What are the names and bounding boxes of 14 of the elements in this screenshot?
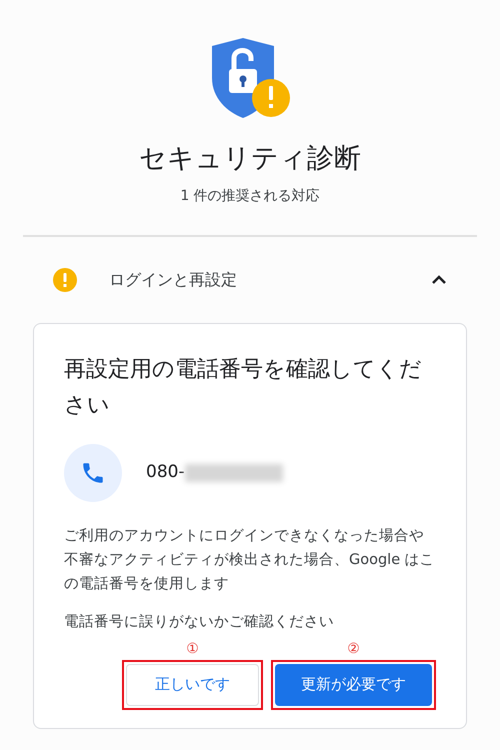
confirm-button[interactable]: 正しいです xyxy=(126,664,259,706)
chevron-up-icon xyxy=(431,274,447,285)
page-subtitle: 1 件の推奨される対応 xyxy=(180,186,320,206)
description-text: ご利用のアカウントにログインできなくなった場合や不審なアクティビティが検出された場合、Google はこの電話番号を使用します xyxy=(64,526,436,594)
warning-icon xyxy=(53,268,77,292)
prompt-text: 電話番号に誤りがないかご確認ください xyxy=(64,612,335,632)
card-title: 再設定用の電話番号を確認してください xyxy=(64,356,423,420)
annotation-number: ① xyxy=(186,640,199,658)
annotation-number: ② xyxy=(347,640,360,658)
phone-number: 080- xyxy=(146,461,185,484)
update-needed-button[interactable]: 更新が必要です xyxy=(275,664,432,706)
section-title: ログインと再設定 xyxy=(109,268,238,291)
section-header[interactable]: ログインと再設定 xyxy=(23,236,477,323)
page-title: セキュリティ診断 xyxy=(139,142,361,176)
